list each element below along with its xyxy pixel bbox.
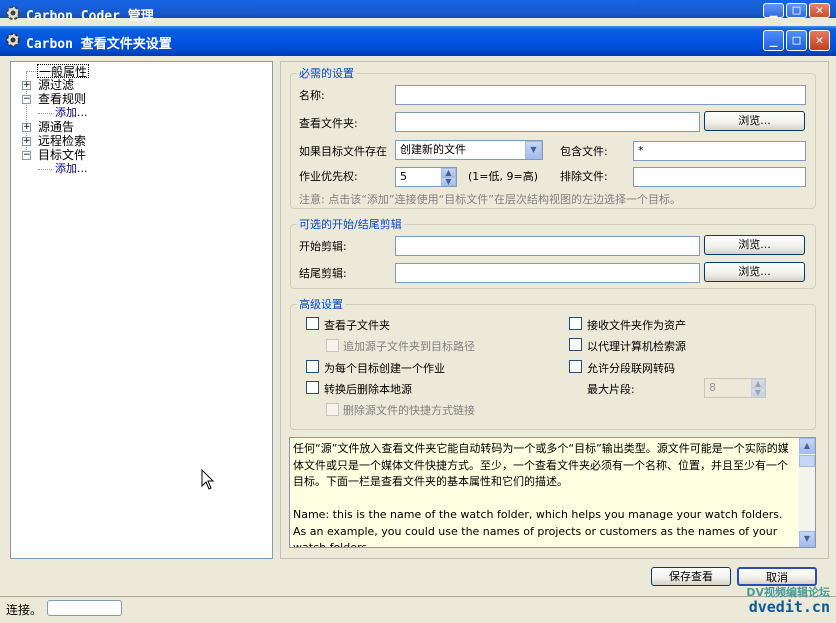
scroll-thumb[interactable] <box>799 455 815 467</box>
end-clip-label: 结尾剪辑: <box>299 267 347 280</box>
allow-segment-transcode-checkbox[interactable] <box>569 360 582 373</box>
add-target-note: 注意: 点击该“添加”连接使用“目标文件”在层次结构视图的左边选择一个目标。 <box>299 193 681 206</box>
back-window-titlebar: Carbon Coder 管理 _ □ ✕ <box>0 0 836 24</box>
scroll-up-icon[interactable]: ▲ <box>799 438 815 454</box>
spin-down-icon[interactable]: ▼ <box>441 177 456 186</box>
back-maximize-button[interactable]: □ <box>786 3 807 18</box>
minimize-button[interactable]: _ <box>763 30 784 51</box>
if-target-exists-value: 创建新的文件 <box>400 143 466 156</box>
tree-link-target-files-add[interactable]: 添加... <box>55 162 88 176</box>
job-priority-label: 作业优先权: <box>299 170 358 183</box>
help-scrollbar[interactable]: ▲ ▼ <box>799 438 815 547</box>
start-clip-input[interactable] <box>395 236 700 256</box>
mouse-cursor-icon <box>201 468 215 494</box>
tree-item-remote-search[interactable]: 远程检索 <box>38 134 86 148</box>
append-source-subfolder-checkbox <box>326 339 339 352</box>
browse-start-clip-button[interactable]: 浏览... <box>704 235 805 255</box>
collapse-icon[interactable]: − <box>22 95 31 104</box>
chevron-down-icon[interactable]: ▼ <box>525 141 542 159</box>
dialog-title: Carbon 查看文件夹设置 <box>26 37 172 52</box>
scroll-down-icon[interactable]: ▼ <box>799 531 815 547</box>
status-text: 连接。 <box>6 603 43 617</box>
delete-local-source-label: 转换后删除本地源 <box>324 383 412 396</box>
if-target-exists-label: 如果目标文件存在 <box>299 145 387 158</box>
back-window-title: Carbon Coder 管理 <box>26 9 154 24</box>
max-segments-label: 最大片段: <box>587 383 635 396</box>
watermark-line2: dvedit.cn <box>748 598 830 616</box>
exclude-files-label: 排除文件: <box>560 170 608 183</box>
job-per-target-label: 为每个目标创建一个作业 <box>324 362 445 375</box>
spin-up-icon: ▲ <box>751 379 765 388</box>
status-bar: 连接。 <box>0 596 836 623</box>
name-label: 名称: <box>299 89 325 102</box>
proxy-search-source-checkbox[interactable] <box>569 338 582 351</box>
name-input[interactable] <box>395 85 806 105</box>
browse-folder-button[interactable]: 浏览... <box>704 111 805 131</box>
receive-as-assets-checkbox[interactable] <box>569 317 582 330</box>
help-description-text: 任何“源”文件放入查看文件夹它能自动转码为一个或多个“目标”输出类型。源文件可能… <box>293 442 789 548</box>
dialog-titlebar: Carbon 查看文件夹设置 _ □ ✕ <box>0 26 836 56</box>
priority-hint: (1=低, 9=高) <box>468 170 539 183</box>
start-clip-label: 开始剪辑: <box>299 240 347 253</box>
spin-up-icon[interactable]: ▲ <box>441 168 456 177</box>
receive-as-assets-label: 接收文件夹作为资产 <box>587 319 686 332</box>
watch-folder-input[interactable] <box>395 112 700 132</box>
maximize-button[interactable]: □ <box>786 30 807 51</box>
save-button[interactable]: 保存查看 <box>651 567 731 586</box>
watch-subfolders-checkbox[interactable] <box>306 317 319 330</box>
spin-down-icon: ▼ <box>751 388 765 397</box>
tree-item-view-rules[interactable]: 查看规则 <box>38 92 86 106</box>
expand-icon[interactable]: + <box>22 123 31 132</box>
append-source-subfolder-label: 追加源子文件夹到目标路径 <box>343 340 475 353</box>
expand-icon[interactable]: + <box>22 81 31 90</box>
expand-icon[interactable]: + <box>22 137 31 146</box>
carbon-gear-icon <box>5 32 23 50</box>
allow-segment-transcode-label: 允许分段联网转码 <box>587 362 675 375</box>
back-minimize-button[interactable]: _ <box>763 3 784 18</box>
settings-tree[interactable]: 一般属性 + 源过滤 − 查看规则 添加... + 源通告 + 远程检索 − 目… <box>10 61 273 559</box>
tree-item-target-files[interactable]: 目标文件 <box>38 148 86 162</box>
browse-end-clip-button[interactable]: 浏览... <box>704 262 805 282</box>
delete-source-shortcut-checkbox <box>326 403 339 416</box>
if-target-exists-select[interactable]: 创建新的文件 <box>395 140 543 160</box>
tree-item-general[interactable]: 一般属性 <box>37 64 90 79</box>
advanced-settings-legend: 高级设置 <box>299 298 343 311</box>
help-description-box[interactable]: 任何“源”文件放入查看文件夹它能自动转码为一个或多个“目标”输出类型。源文件可能… <box>289 437 816 548</box>
end-clip-input[interactable] <box>395 263 700 283</box>
delete-source-shortcut-label: 删除源文件的快捷方式链接 <box>343 404 475 417</box>
close-button[interactable]: ✕ <box>809 30 830 51</box>
proxy-search-source-label: 以代理计算机检索源 <box>587 340 686 353</box>
include-files-label: 包含文件: <box>560 145 608 158</box>
optional-clips-legend: 可选的开始/结尾剪辑 <box>299 218 402 231</box>
carbon-gear-icon <box>5 5 23 23</box>
collapse-icon[interactable]: − <box>22 151 31 160</box>
tree-item-source-filter[interactable]: 源过滤 <box>38 78 74 92</box>
delete-local-source-checkbox[interactable] <box>306 381 319 394</box>
job-per-target-checkbox[interactable] <box>306 360 319 373</box>
back-close-button[interactable]: ✕ <box>809 3 830 18</box>
include-files-input[interactable]: * <box>633 141 806 161</box>
watch-subfolders-label: 查看子文件夹 <box>324 319 390 332</box>
watch-folder-label: 查看文件夹: <box>299 117 358 130</box>
tree-link-view-rules-add[interactable]: 添加... <box>55 106 88 120</box>
exclude-files-input[interactable] <box>633 167 806 187</box>
required-settings-legend: 必需的设置 <box>299 67 354 80</box>
status-progress-field <box>47 600 122 616</box>
tree-item-source-notice[interactable]: 源通告 <box>38 120 74 134</box>
